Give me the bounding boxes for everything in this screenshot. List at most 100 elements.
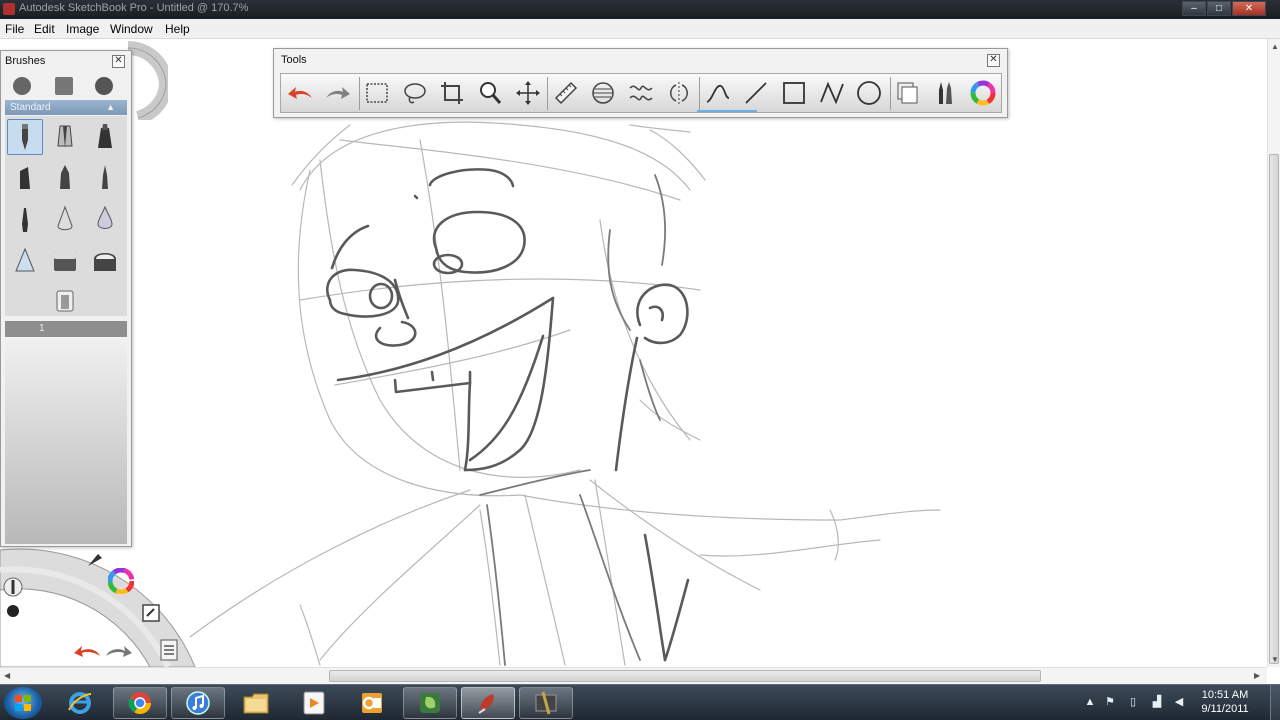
zoom-icon[interactable]	[474, 78, 506, 108]
color-wheel-icon[interactable]	[108, 568, 134, 594]
fine-brush-icon[interactable]	[87, 160, 123, 196]
layer-editor-icon[interactable]	[140, 602, 162, 624]
taskbar: ▲ ⚑ ▯ ▟ ◀ 10:51 AM 9/11/2011	[0, 684, 1280, 720]
color-editor-icon[interactable]	[967, 78, 999, 108]
menu-file[interactable]: File	[5, 22, 24, 36]
taskbar-paint-tool[interactable]	[519, 687, 573, 719]
crop-icon[interactable]	[436, 78, 468, 108]
battery-icon[interactable]: ▯	[1127, 696, 1139, 708]
brushes-panel[interactable]: Brushes ✕ Standard ▲ 1	[0, 50, 132, 547]
menu-edit[interactable]: Edit	[34, 22, 55, 36]
polyline-icon[interactable]	[816, 78, 848, 108]
taskbar-media-player[interactable]	[287, 687, 341, 719]
ellipse-icon[interactable]	[853, 78, 885, 108]
taskbar-evernote[interactable]	[403, 687, 457, 719]
taskbar-chrome[interactable]	[113, 687, 167, 719]
ink-pen-brush-icon[interactable]	[47, 119, 83, 155]
pencil-size-icon[interactable]	[2, 576, 24, 598]
menu-window[interactable]: Window	[110, 22, 153, 36]
volume-icon[interactable]: ◀	[1173, 696, 1185, 708]
scroll-right-icon[interactable]: ▶	[1254, 671, 1260, 680]
app-icon	[3, 3, 15, 15]
marker-brush-icon[interactable]	[87, 119, 123, 155]
undo-icon[interactable]	[284, 78, 316, 108]
lagoon-undo-icon[interactable]	[72, 642, 102, 662]
collapse-triangle-icon[interactable]: ▲	[106, 100, 115, 115]
scroll-up-icon[interactable]: ▲	[1271, 42, 1279, 51]
chisel-brush-icon[interactable]	[47, 160, 83, 196]
scroll-left-icon[interactable]: ◀	[4, 671, 10, 680]
tray-expand-icon[interactable]: ▲	[1084, 696, 1096, 708]
tools-close-button[interactable]: ✕	[987, 54, 1000, 67]
pencil-brush-icon[interactable]	[7, 119, 43, 155]
clock-time: 10:51 AM	[1201, 689, 1249, 701]
maximize-button[interactable]: □	[1207, 1, 1231, 16]
move-icon[interactable]	[512, 78, 544, 108]
scroll-down-icon[interactable]: ▼	[1271, 655, 1279, 664]
rectangle-icon[interactable]	[778, 78, 810, 108]
system-clock[interactable]: 10:51 AM 9/11/2011	[1190, 688, 1260, 716]
action-center-flag-icon[interactable]: ⚑	[1104, 696, 1116, 708]
tools-panel[interactable]: Tools ✕	[273, 48, 1008, 118]
water-drop-brush-icon[interactable]	[87, 201, 123, 237]
menu-help[interactable]: Help	[165, 22, 190, 36]
taskbar-internet-explorer[interactable]	[53, 687, 107, 719]
brushes-icon[interactable]	[929, 78, 961, 108]
minimize-button[interactable]: –	[1182, 1, 1206, 16]
lagoon-menu-icon[interactable]	[158, 638, 180, 662]
stamp-brush-icon[interactable]	[47, 283, 83, 319]
settings-gear-icon[interactable]	[95, 77, 113, 95]
ruler-icon[interactable]	[550, 78, 582, 108]
folder-icon	[243, 693, 269, 714]
lagoon-redo-icon[interactable]	[104, 642, 134, 662]
paintbrush-icon[interactable]	[7, 201, 43, 237]
taskbar-file-explorer[interactable]	[229, 687, 283, 719]
vertical-scroll-thumb[interactable]	[1269, 154, 1279, 664]
brush-tip-icon[interactable]	[84, 548, 106, 570]
evernote-icon	[420, 693, 440, 713]
show-desktop-button[interactable]	[1270, 685, 1280, 720]
airbrush-icon[interactable]	[47, 201, 83, 237]
taskbar-sketchbook[interactable]	[461, 687, 515, 719]
felt-pen-brush-icon[interactable]	[7, 160, 43, 196]
taskbar-itunes[interactable]	[171, 687, 225, 719]
layer-number: 1	[39, 323, 45, 334]
horizontal-scroll-thumb[interactable]	[329, 670, 1041, 682]
menu-image[interactable]: Image	[66, 22, 99, 36]
brushes-panel-title: Brushes	[5, 55, 46, 67]
tools-panel-title: Tools	[281, 54, 307, 66]
brushes-close-button[interactable]: ✕	[112, 55, 125, 68]
brush-library-icon[interactable]	[13, 77, 31, 95]
vertical-scrollbar[interactable]: ▲ ▼	[1267, 39, 1280, 667]
title-bar: Autodesk SketchBook Pro - Untitled @ 170…	[0, 0, 1280, 19]
itunes-icon	[186, 691, 210, 715]
rectangle-select-icon[interactable]	[361, 78, 393, 108]
taskbar-outlook[interactable]	[345, 687, 399, 719]
brush-size-dot-icon[interactable]	[3, 601, 23, 621]
brush-toolbar	[5, 73, 127, 99]
brush-set-name: Standard	[10, 102, 51, 113]
start-button[interactable]	[4, 687, 42, 719]
active-tool-indicator	[697, 110, 757, 112]
network-signal-icon[interactable]: ▟	[1151, 696, 1163, 708]
smear-brush-icon[interactable]	[7, 242, 43, 278]
sketchbook-icon	[478, 694, 494, 714]
brush-properties-icon[interactable]	[55, 77, 73, 95]
freehand-stroke-icon[interactable]	[702, 78, 734, 108]
hard-eraser-icon[interactable]	[47, 242, 83, 278]
ellipse-guide-icon[interactable]	[587, 78, 619, 108]
french-curve-icon[interactable]	[625, 78, 657, 108]
line-icon[interactable]	[740, 78, 772, 108]
layers-icon[interactable]	[892, 78, 924, 108]
clock-date: 9/11/2011	[1201, 703, 1249, 715]
symmetry-icon[interactable]	[663, 78, 695, 108]
lasso-icon[interactable]	[399, 78, 431, 108]
close-button[interactable]: ✕	[1232, 1, 1266, 16]
paint-tool-icon	[535, 691, 557, 715]
horizontal-scrollbar[interactable]: ◀ ▶	[0, 667, 1267, 684]
brush-set-header[interactable]: Standard ▲	[5, 100, 127, 115]
media-player-icon	[303, 691, 325, 715]
layer-row[interactable]: 1	[5, 321, 127, 337]
redo-icon[interactable]	[322, 78, 354, 108]
soft-eraser-icon[interactable]	[87, 242, 123, 278]
